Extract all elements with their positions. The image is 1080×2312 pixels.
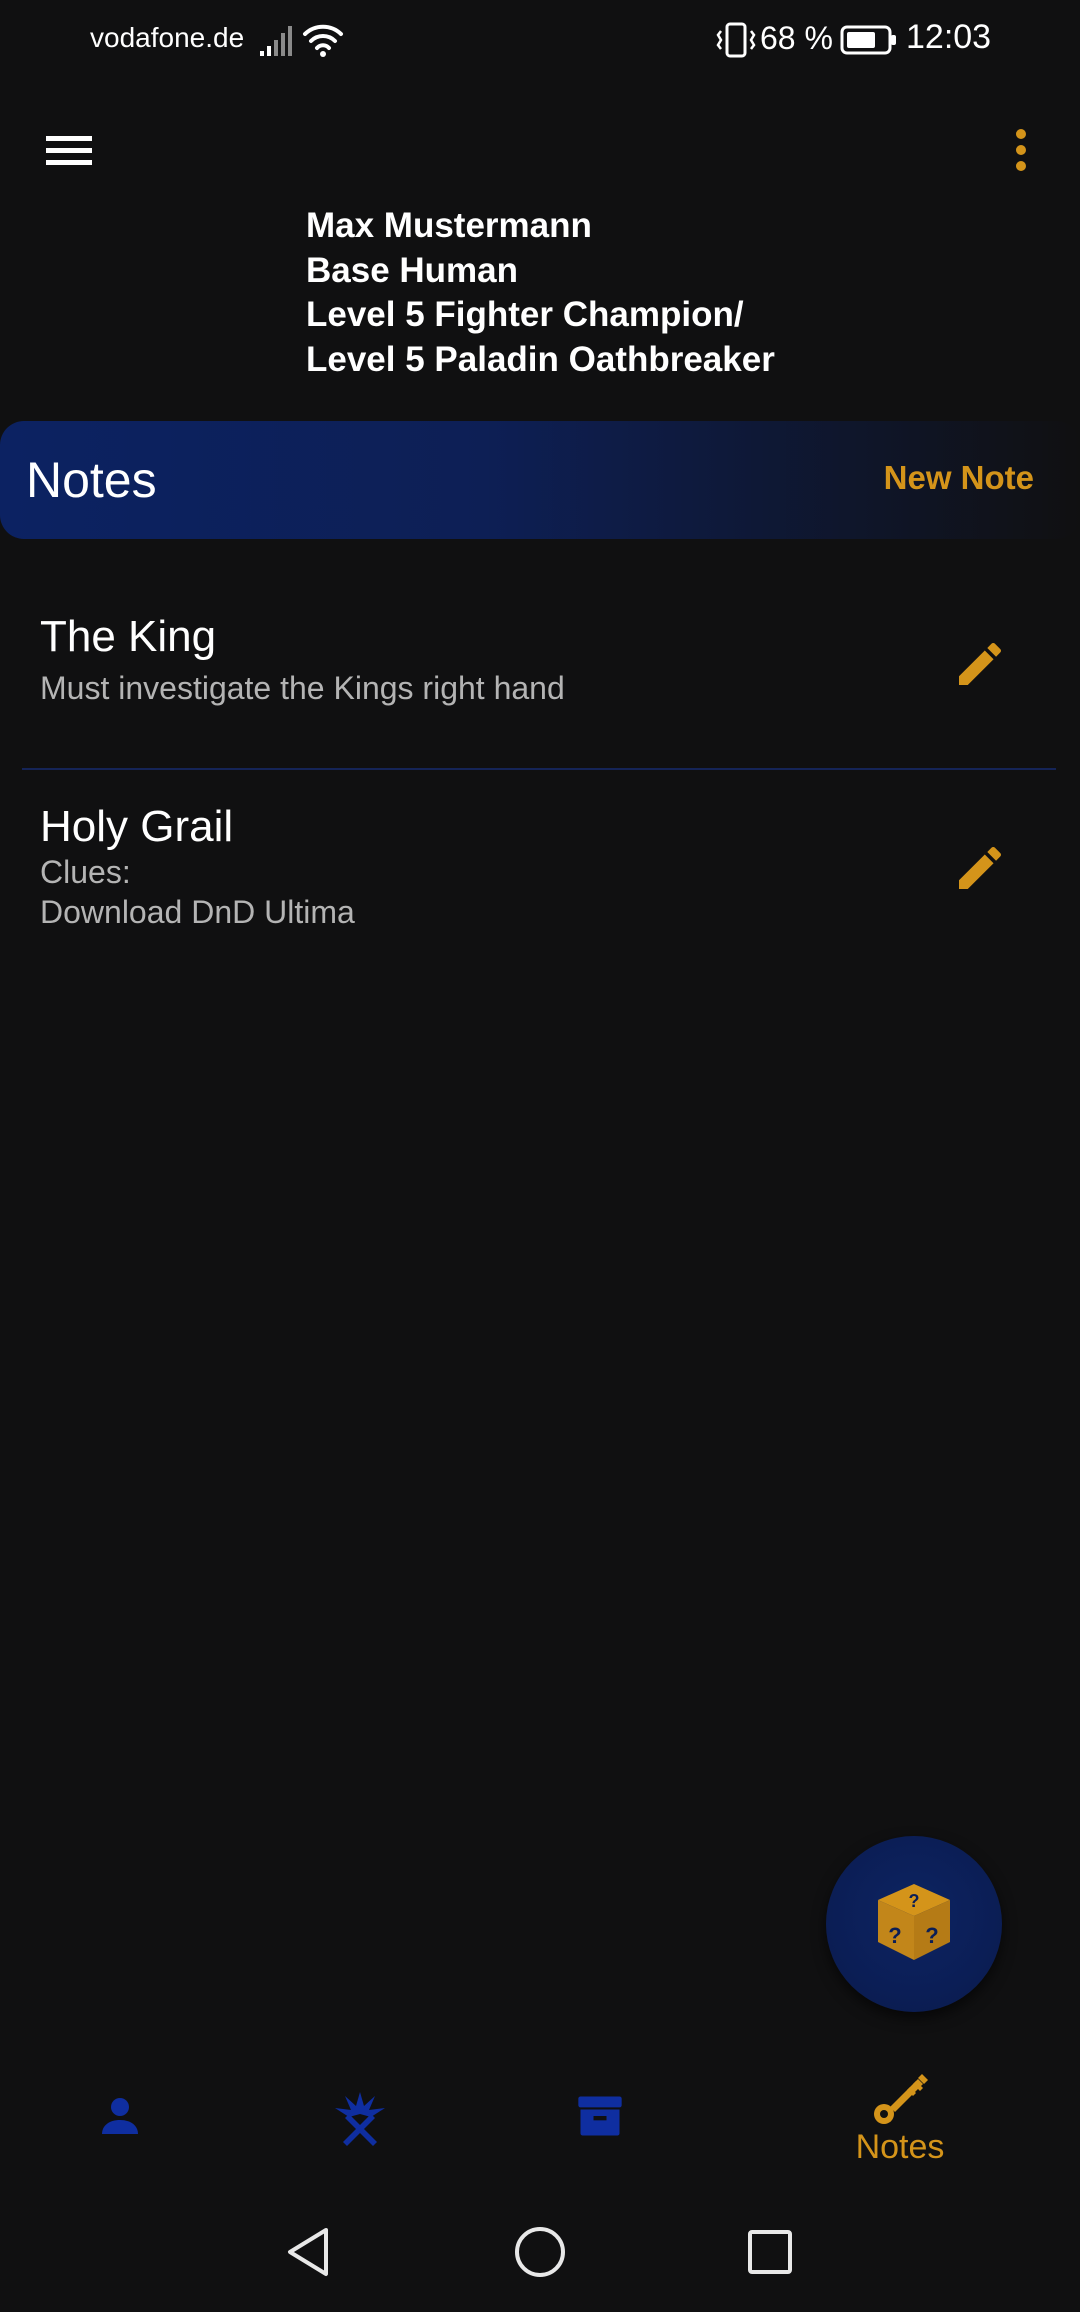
vibrate-icon	[716, 22, 756, 58]
character-race: Base Human	[306, 250, 519, 290]
recents-icon[interactable]	[740, 2222, 800, 2282]
nav-notes[interactable]: Notes	[830, 2040, 970, 2190]
dice-roll-fab[interactable]: ? ? ?	[826, 1836, 1002, 2012]
nav-character[interactable]	[60, 2040, 180, 2190]
key-icon	[874, 2074, 928, 2124]
svg-text:?: ?	[909, 1891, 920, 1911]
character-class-line-1: Level 5 Fighter Champion/	[306, 295, 744, 334]
list-item[interactable]: Holy Grail Clues: Download DnD Ultima	[0, 790, 1080, 950]
note-body: Must investigate the Kings right hand	[40, 670, 565, 706]
svg-text:?: ?	[888, 1923, 901, 1948]
more-vert-icon[interactable]	[1006, 126, 1036, 174]
svg-text:?: ?	[925, 1923, 938, 1948]
new-note-button[interactable]: New Note	[884, 459, 1034, 497]
hamburger-menu-icon[interactable]	[44, 130, 94, 170]
note-title: The King	[40, 612, 217, 661]
character-class-line-2: Level 5 Paladin Oathbreaker	[306, 339, 775, 379]
status-bar: vodafone.de 68 % 12:03	[0, 0, 1080, 80]
wifi-icon	[303, 24, 343, 57]
character-info: Max Mustermann Base Human Level 5 Fighte…	[306, 204, 775, 382]
list-item[interactable]: The King Must investigate the Kings righ…	[0, 600, 1080, 760]
dice-icon: ? ? ?	[878, 1884, 950, 1960]
edit-icon[interactable]	[952, 636, 1008, 692]
inventory-box-icon	[578, 2096, 622, 2136]
bottom-navigation: Notes	[0, 2040, 1080, 2190]
page-title: Notes	[26, 452, 157, 508]
carrier-name: vodafone.de	[90, 22, 245, 53]
character-name: Max Mustermann	[306, 206, 592, 245]
note-body: Clues: Download DnD Ultima	[40, 854, 355, 930]
spells-icon	[335, 2092, 385, 2146]
nav-notes-label: Notes	[855, 2128, 945, 2166]
nav-inventory[interactable]	[540, 2040, 660, 2190]
back-icon[interactable]	[278, 2222, 338, 2282]
battery-icon	[840, 25, 896, 55]
battery-percentage: 68 %	[760, 20, 833, 56]
notes-header: Notes New Note	[0, 421, 1080, 539]
edit-icon[interactable]	[952, 840, 1008, 896]
divider	[22, 768, 1056, 770]
clock: 12:03	[906, 18, 992, 56]
system-navigation-bar	[0, 2190, 1080, 2312]
nav-spells[interactable]	[300, 2040, 420, 2190]
signal-icon	[260, 26, 292, 56]
home-icon[interactable]	[510, 2222, 570, 2282]
person-icon	[102, 2098, 138, 2134]
note-title: Holy Grail	[40, 802, 234, 851]
